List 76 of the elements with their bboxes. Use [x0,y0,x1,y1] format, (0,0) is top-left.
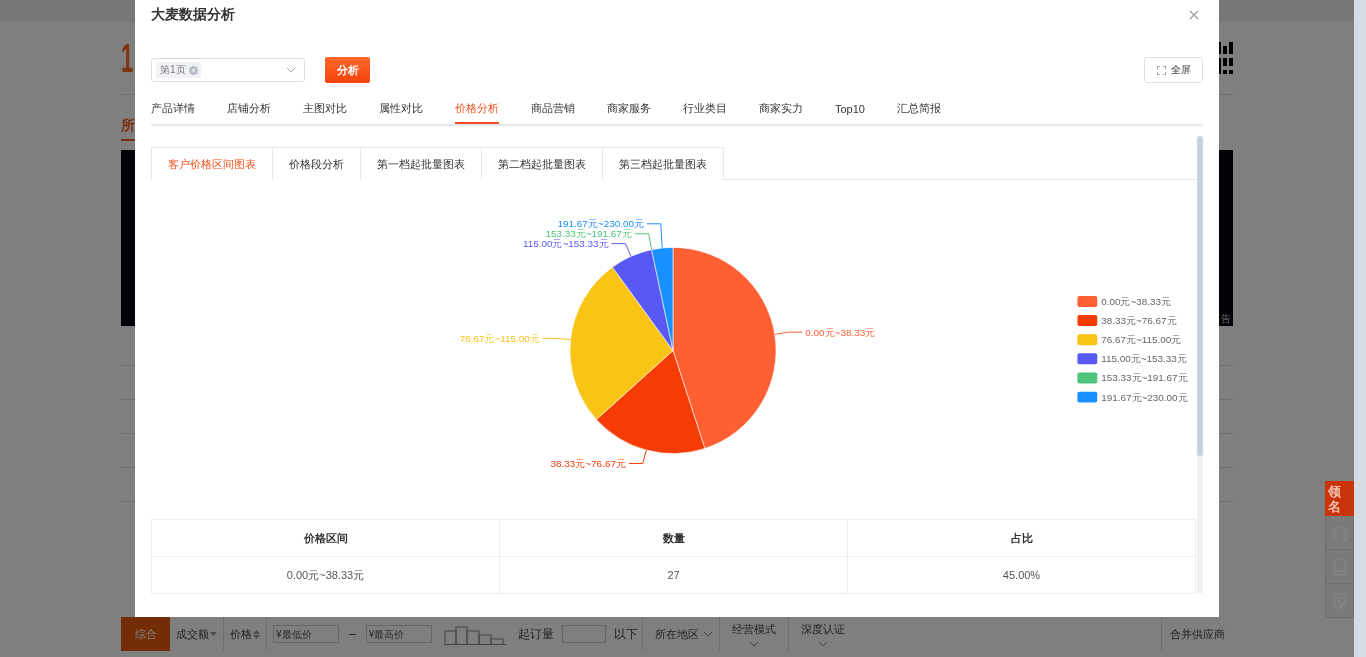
tab[interactable]: 行业类目 [683,95,727,124]
leader-line [611,243,632,257]
scrollbar[interactable] [1197,136,1203,594]
legend-label[interactable]: 76.67元~115.00元 [1101,334,1182,346]
chart-tab[interactable]: 价格段分析 [272,147,361,180]
table-cell: 0.00元~38.33元 [151,556,500,594]
leader-line [628,449,647,464]
chart-tab[interactable]: 客户价格区间图表 [151,147,273,180]
legend-swatch [1077,315,1098,326]
legend-label[interactable]: 115.00元~153.33元 [1101,353,1187,365]
table-cell: 45.00% [847,556,1196,594]
filter-label: – [348,627,357,641]
leader-line [542,337,571,341]
close-button[interactable] [1187,8,1201,22]
business-card-badge[interactable]: 领 名 [1325,481,1354,516]
legend-swatch [1077,372,1098,384]
filter-label: 以下 [612,625,639,643]
table-cell: 27 [499,556,848,594]
tab[interactable]: 汇总简报 [897,95,941,124]
headset-button[interactable] [1325,516,1354,550]
histogram-icon [443,623,506,645]
tab[interactable]: 产品详情 [151,95,195,124]
tag-text: 第1页 [160,63,186,77]
column-header: 占比 [847,519,1196,557]
badge-text: 名 [1328,498,1341,514]
sort-icon [253,629,260,639]
tab[interactable]: 商家实力 [759,95,803,124]
legend-swatch [1077,334,1098,346]
tab[interactable]: 价格分析 [455,95,499,124]
price-field[interactable]: ¥最高价 [365,625,432,643]
dialog-title: 大麦数据分析 [151,6,235,24]
slice-label: 76.67元~115.00元 [459,332,540,344]
column-header: 价格区间 [151,519,500,557]
leader-line [774,331,803,335]
filter-label: 起订量 [516,625,555,643]
slice-label: 38.33元~76.67元 [550,457,626,469]
legend-label[interactable]: 38.33元~76.67元 [1101,315,1177,327]
legend-label[interactable]: 0.00元~38.33元 [1101,295,1172,307]
quantity-field[interactable] [561,625,606,643]
fullscreen-button[interactable]: 全屏 [1144,57,1203,83]
chevron-down-icon [286,67,296,73]
tab[interactable]: 主图对比 [303,95,347,124]
scrollbar-thumb[interactable] [1197,136,1203,456]
legend-swatch [1077,391,1098,403]
chevron-down-icon [748,640,759,647]
legend-label[interactable]: 153.33元~191.67元 [1101,372,1188,384]
tab[interactable]: 属性对比 [379,95,423,124]
chart-tab[interactable]: 第一档起批量图表 [360,147,482,180]
chevron-down-icon [702,631,713,637]
tab[interactable]: 商家服务 [607,95,651,124]
slice-label: 153.33元~191.67元 [545,228,632,240]
tab[interactable]: 商品营销 [531,95,575,124]
logo-text: 1 [121,38,134,78]
close-icon [1189,10,1199,20]
slice-label: 0.00元~38.33元 [805,326,876,338]
clear-icon [188,65,198,75]
note-button[interactable] [1325,584,1354,618]
ad-label: 告 [1221,312,1231,326]
legend-label[interactable]: 191.67元~230.00元 [1101,391,1188,403]
chart-tab[interactable]: 第二档起批量图表 [481,147,603,180]
caret-icon [210,632,217,636]
chart-tab[interactable]: 第三档起批量图表 [602,147,724,180]
chevron-down-icon [817,640,828,647]
price-field[interactable]: ¥最低价 [273,625,339,643]
tab[interactable]: 店铺分析 [227,95,271,124]
slice-label: 115.00元~153.33元 [522,238,609,250]
page-select[interactable]: 第1页 [151,58,305,82]
column-header: 数量 [499,519,848,557]
legend-swatch [1077,353,1098,365]
slice-label: 191.67元~230.00元 [557,218,644,230]
phone-button[interactable] [1325,550,1354,584]
legend-swatch [1077,295,1098,307]
badge-text: 领 [1328,483,1341,499]
scrollbar[interactable] [1354,0,1366,657]
fullscreen-icon [1156,65,1166,75]
tab[interactable]: Top10 [835,95,865,124]
